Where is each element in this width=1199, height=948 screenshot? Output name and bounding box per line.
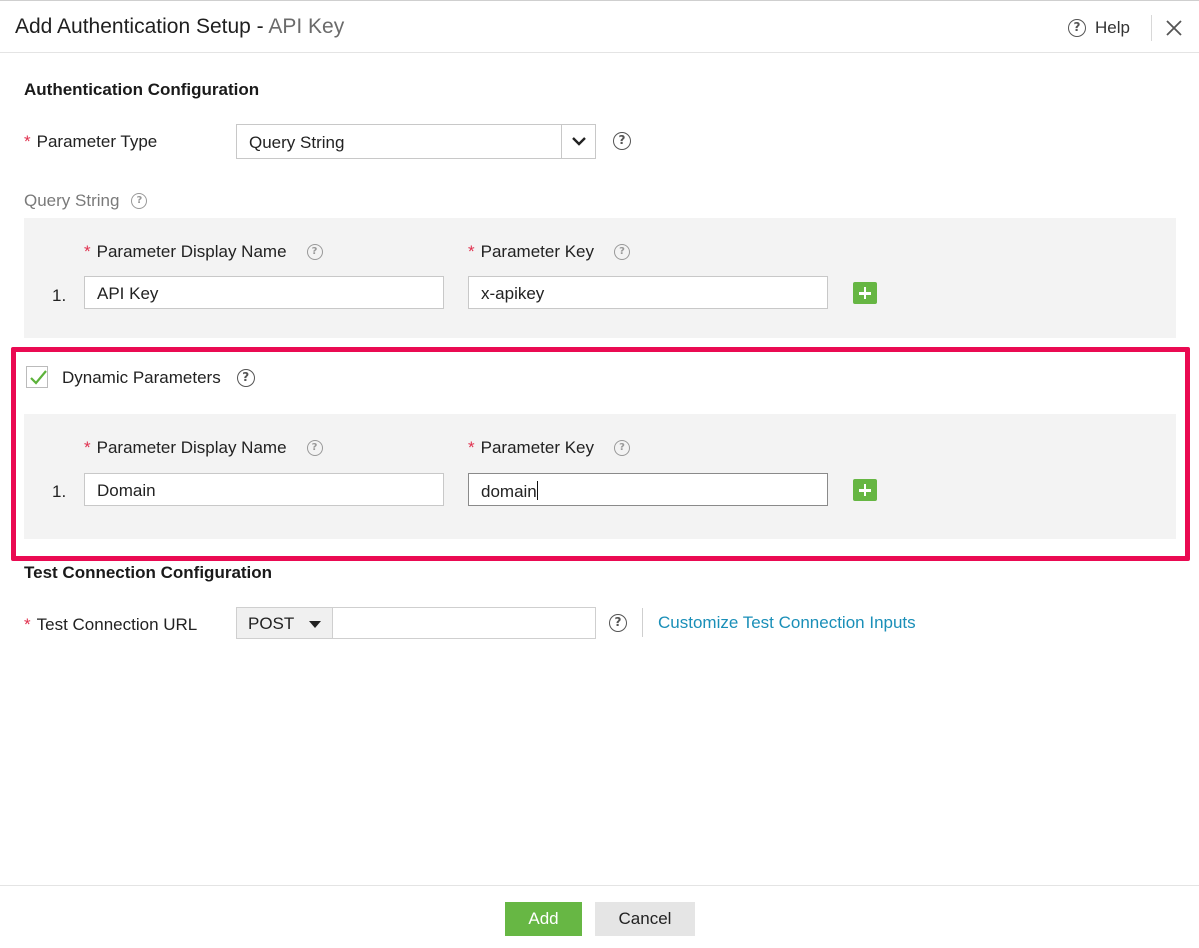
select-arrow-box[interactable] xyxy=(561,125,595,158)
dynamic-parameters-panel: * Parameter Display Name ? * Parameter Key… xyxy=(24,414,1176,539)
http-method-select[interactable]: POST xyxy=(236,607,333,639)
test-connection-url-label-text: Test Connection URL xyxy=(36,615,198,634)
query-string-label: Query String ? xyxy=(24,191,148,211)
query-string-label-text: Query String xyxy=(24,191,120,210)
parameter-display-name-input[interactable]: API Key xyxy=(84,276,444,309)
required-marker: * xyxy=(468,438,475,457)
required-marker: * xyxy=(84,438,91,457)
required-marker: * xyxy=(24,615,31,634)
checkmark-icon xyxy=(30,370,47,385)
help-label: Help xyxy=(1095,18,1130,37)
display-name-column-text: * Parameter Display Name xyxy=(84,438,287,458)
add-row-icon[interactable] xyxy=(853,479,877,501)
query-string-help-icon[interactable]: ? xyxy=(131,193,148,209)
dynamic-parameters-label: Dynamic Parameters ? xyxy=(62,368,255,388)
help-icon: ? xyxy=(1068,19,1086,37)
display-name-column-label: * Parameter Display Name ? xyxy=(84,242,323,262)
parameter-key-column-label: * Parameter Key ? xyxy=(468,242,631,262)
dialog-title-main: Add Authentication Setup - xyxy=(15,15,269,38)
dynamic-display-name-input[interactable]: Domain xyxy=(84,473,444,506)
row-number: 1. xyxy=(52,286,67,305)
cancel-button[interactable]: Cancel xyxy=(595,902,695,936)
header-divider xyxy=(1151,15,1152,41)
display-name-column-label-text: Parameter Display Name xyxy=(96,438,287,457)
parameter-key-column-label-text: Parameter Key xyxy=(480,438,595,457)
parameter-type-select[interactable]: Query String xyxy=(236,124,596,159)
parameter-type-help-icon[interactable]: ? xyxy=(613,132,631,150)
parameter-key-help-icon[interactable]: ? xyxy=(614,440,631,456)
dynamic-parameter-key-value: domain xyxy=(481,482,537,501)
dialog: Add Authentication Setup - API Key ? Hel… xyxy=(0,0,1199,948)
display-name-help-icon[interactable]: ? xyxy=(306,244,323,260)
display-name-column-label: * Parameter Display Name ? xyxy=(84,438,323,458)
chevron-down-icon xyxy=(572,137,586,146)
dynamic-parameters-label-text: Dynamic Parameters xyxy=(62,368,221,387)
add-button[interactable]: Add xyxy=(505,902,582,936)
parameter-key-help-icon[interactable]: ? xyxy=(614,244,631,260)
add-row-icon[interactable] xyxy=(853,282,877,304)
dynamic-parameter-key-input[interactable]: domain xyxy=(468,473,828,506)
parameter-key-input[interactable]: x-apikey xyxy=(468,276,828,309)
close-icon[interactable] xyxy=(1163,17,1185,39)
parameter-key-column-text: * Parameter Key xyxy=(468,242,594,262)
display-name-help-icon[interactable]: ? xyxy=(306,440,323,456)
display-name-column-label-text: Parameter Display Name xyxy=(96,242,287,261)
row-number: 1. xyxy=(52,482,67,501)
test-connection-url-input[interactable] xyxy=(332,607,596,639)
auth-config-title: Authentication Configuration xyxy=(24,80,260,99)
vertical-divider xyxy=(642,608,643,637)
caret-down-icon xyxy=(309,621,321,628)
dynamic-parameters-checkbox[interactable] xyxy=(26,366,48,388)
dialog-header: Add Authentication Setup - API Key ? Hel… xyxy=(0,1,1199,53)
parameter-key-column-label-text: Parameter Key xyxy=(480,242,595,261)
test-connection-help-icon[interactable]: ? xyxy=(609,614,627,632)
required-marker: * xyxy=(468,242,475,261)
help-button[interactable]: ? Help xyxy=(1068,18,1130,38)
required-marker: * xyxy=(24,132,31,151)
parameter-key-column-label: * Parameter Key ? xyxy=(468,438,631,458)
parameter-type-value: Query String xyxy=(249,133,345,152)
dynamic-parameters-help-icon[interactable]: ? xyxy=(236,369,255,387)
query-string-panel: * Parameter Display Name ? * Parameter Key… xyxy=(24,218,1176,338)
parameter-type-label: * Parameter Type xyxy=(24,132,157,152)
dialog-title: Add Authentication Setup - API Key xyxy=(15,15,344,39)
customize-test-connection-link[interactable]: Customize Test Connection Inputs xyxy=(658,613,916,633)
parameter-key-column-text: * Parameter Key xyxy=(468,438,594,458)
test-connection-title: Test Connection Configuration xyxy=(24,563,273,582)
parameter-type-label-text: Parameter Type xyxy=(36,132,158,151)
text-caret xyxy=(536,481,539,500)
display-name-column-text: * Parameter Display Name xyxy=(84,242,287,262)
http-method-value: POST xyxy=(248,614,295,633)
required-marker: * xyxy=(84,242,91,261)
dialog-title-sub: API Key xyxy=(268,15,345,38)
test-connection-url-label: * Test Connection URL xyxy=(24,615,197,635)
